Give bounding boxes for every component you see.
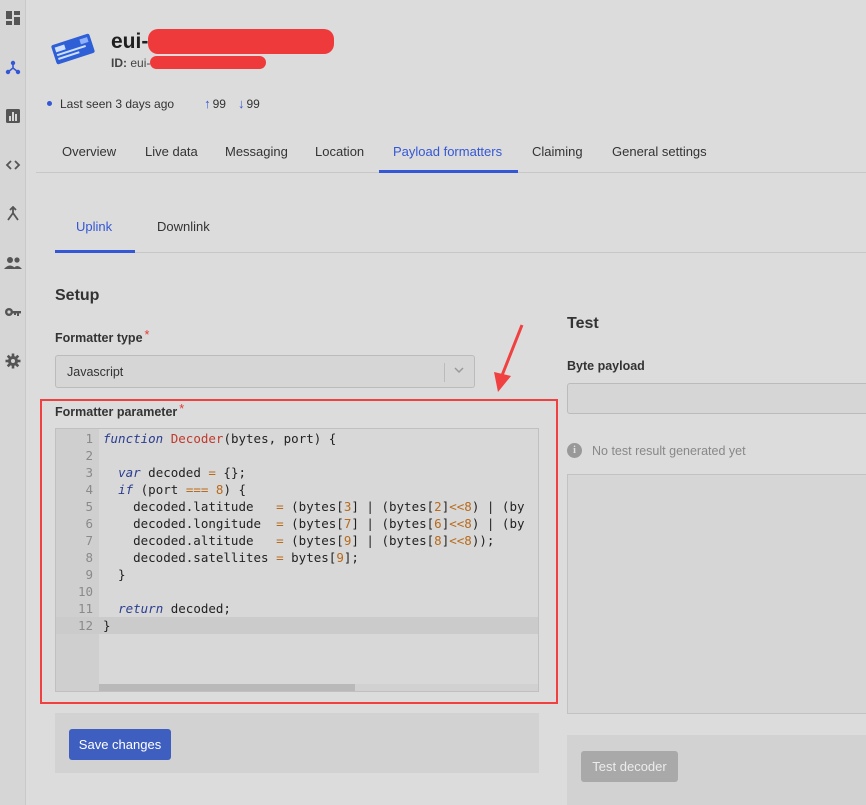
tab-payload-formatters[interactable]: Payload formatters <box>393 144 502 159</box>
annotation-arrow-icon <box>494 324 524 392</box>
annotation-highlight-box <box>40 399 558 704</box>
device-id: ID: eui- <box>111 56 151 70</box>
device-tabs: Overview Live data Messaging Location Pa… <box>36 132 866 173</box>
byte-payload-label: Byte payload <box>567 359 645 373</box>
active-tab-indicator <box>379 170 518 173</box>
merge-icon[interactable] <box>4 205 22 223</box>
formatter-type-label: Formatter type * <box>55 328 150 345</box>
device-logo-icon <box>50 33 96 65</box>
chevron-down-icon[interactable] <box>453 364 465 379</box>
info-icon: i <box>567 443 582 458</box>
redaction-mark <box>148 29 334 54</box>
tab-location[interactable]: Location <box>315 144 364 159</box>
arrow-down-icon: ↓ <box>237 96 245 111</box>
active-subtab-indicator <box>55 250 135 253</box>
tab-uplink[interactable]: Uplink <box>76 219 112 234</box>
formatter-type-select[interactable]: Javascript <box>55 355 475 388</box>
tab-overview[interactable]: Overview <box>62 144 116 159</box>
tab-claiming[interactable]: Claiming <box>532 144 583 159</box>
downlink-counter: ↓ 99 <box>237 96 260 111</box>
gear-icon[interactable] <box>4 352 22 370</box>
byte-payload-input[interactable] <box>567 383 866 414</box>
tab-live-data[interactable]: Live data <box>145 144 198 159</box>
uplink-counter: ↑ 99 <box>204 96 226 111</box>
device-name: eui- <box>111 30 149 53</box>
status-dot <box>47 101 52 106</box>
no-result-text: No test result generated yet <box>592 443 746 458</box>
no-result-message: i No test result generated yet <box>567 443 746 458</box>
last-seen-text: Last seen 3 days ago <box>60 96 175 111</box>
key-icon[interactable] <box>4 303 22 321</box>
formatter-subtabs: Uplink Downlink <box>55 210 866 253</box>
left-nav-rail <box>0 0 26 805</box>
test-title: Test <box>567 315 599 332</box>
test-decoder-button[interactable]: Test decoder <box>581 751 678 782</box>
tab-general-settings[interactable]: General settings <box>612 144 707 159</box>
dashboard-icon[interactable] <box>4 9 22 27</box>
code-icon[interactable] <box>4 156 22 174</box>
tab-messaging[interactable]: Messaging <box>225 144 288 159</box>
formatter-type-value: Javascript <box>67 365 124 379</box>
select-separator <box>444 363 445 382</box>
bar-chart-icon[interactable] <box>4 107 22 125</box>
device-status-bar: Last seen 3 days ago ↑ 99 ↓ 99 <box>47 96 260 111</box>
people-icon[interactable] <box>4 254 22 272</box>
save-changes-button[interactable]: Save changes <box>69 729 171 760</box>
setup-title: Setup <box>55 287 100 304</box>
tab-downlink[interactable]: Downlink <box>157 219 210 234</box>
test-result-box <box>567 474 866 714</box>
network-icon[interactable] <box>4 58 22 76</box>
arrow-up-icon: ↑ <box>204 96 211 111</box>
redaction-mark <box>150 56 266 69</box>
